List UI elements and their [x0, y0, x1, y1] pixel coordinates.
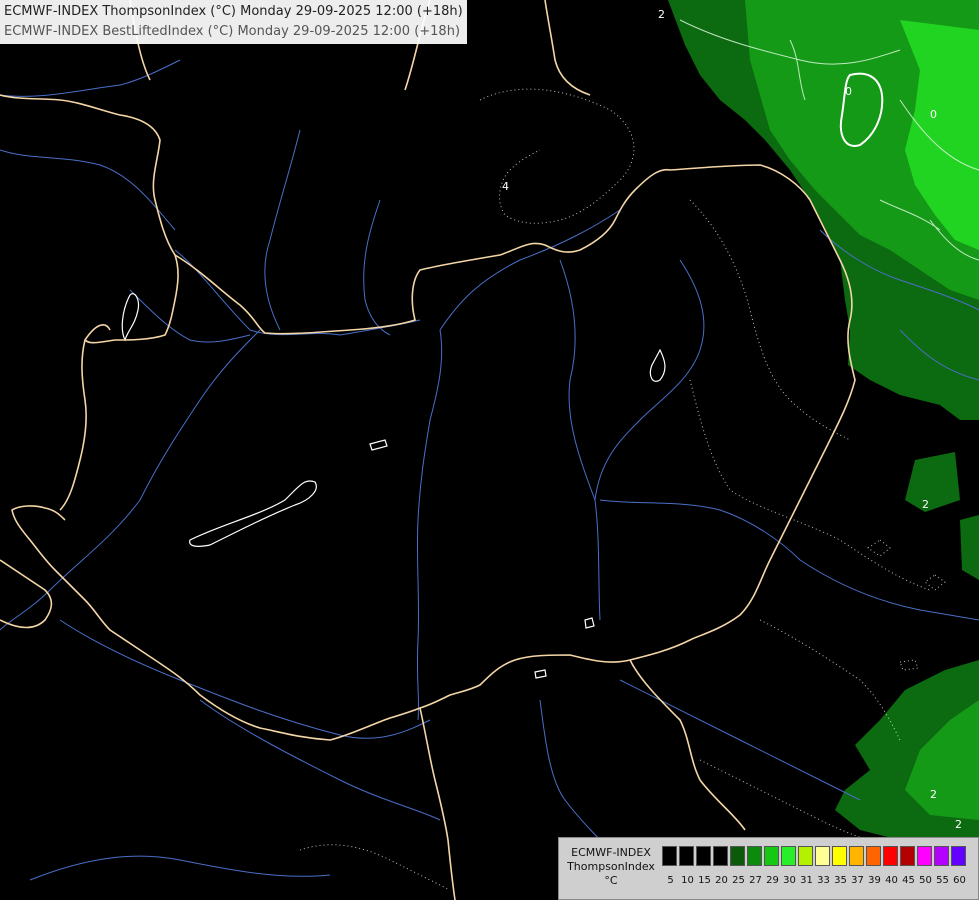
legend-tick-label: 40 [885, 875, 898, 886]
legend-swatch [934, 846, 949, 866]
title-thompson-index: ECMWF-INDEX ThompsonIndex (°C) Monday 29… [4, 4, 463, 19]
legend-swatch [917, 846, 932, 866]
contour-label-4: 2 [922, 498, 929, 511]
contour-label-3: 0 [930, 108, 937, 121]
legend-tick-label: 55 [936, 875, 949, 886]
legend-model: ECMWF-INDEX [571, 846, 651, 859]
legend-tick-label: 35 [834, 875, 847, 886]
legend-swatch [849, 846, 864, 866]
legend-tick-label: 29 [766, 875, 779, 886]
legend-tick-label: 37 [851, 875, 864, 886]
legend-tick-label: 60 [953, 875, 966, 886]
legend-swatch [662, 846, 677, 866]
legend-swatch [764, 846, 779, 866]
legend-swatch [679, 846, 694, 866]
contour-label-7: 2 [955, 818, 962, 831]
legend-swatches [662, 846, 968, 866]
legend-ticks: 5 10 15 20 25 27 29 30 31 33 35 37 39 40 45 50 55 60 [662, 875, 968, 886]
legend-swatch [883, 846, 898, 866]
legend-tick-label: 33 [817, 875, 830, 886]
weather-map: 4 2 0 2 0 2 2 [0, 0, 979, 900]
title-best-lifted-index: ECMWF-INDEX BestLiftedIndex (°C) Monday … [4, 24, 461, 39]
shade-east-patch-2 [960, 515, 979, 580]
contour-label-2: 2 [658, 8, 665, 21]
legend-swatch [798, 846, 813, 866]
legend-swatch [815, 846, 830, 866]
legend-param: ThompsonIndex [567, 860, 655, 873]
legend-tick-label: 27 [749, 875, 762, 886]
legend-tick-label: 15 [698, 875, 711, 886]
legend-tick-label: 50 [919, 875, 932, 886]
color-legend: ECMWF-INDEX ThompsonIndex °C 5 10 15 20 25 27… [558, 837, 979, 900]
map-title-box: ECMWF-INDEX ThompsonIndex (°C) Monday 29… [0, 0, 467, 44]
legend-unit: °C [604, 874, 618, 887]
legend-swatch [900, 846, 915, 866]
legend-tick-label: 20 [715, 875, 728, 886]
legend-swatch [832, 846, 847, 866]
legend-swatch [696, 846, 711, 866]
legend-tick-label: 31 [800, 875, 813, 886]
legend-tick-label: 30 [783, 875, 796, 886]
legend-label: ECMWF-INDEX ThompsonIndex °C [565, 846, 657, 888]
contour-label-6: 2 [930, 788, 937, 801]
legend-swatch [747, 846, 762, 866]
legend-swatch [866, 846, 881, 866]
legend-tick-label: 10 [681, 875, 694, 886]
legend-tick-label: 5 [667, 875, 674, 886]
legend-swatch [730, 846, 745, 866]
legend-swatch [781, 846, 796, 866]
contour-label-5: 0 [845, 85, 852, 98]
legend-tick-label: 45 [902, 875, 915, 886]
legend-swatch [951, 846, 966, 866]
legend-tick-label: 39 [868, 875, 881, 886]
legend-swatch [713, 846, 728, 866]
legend-tick-label: 25 [732, 875, 745, 886]
contour-label-1: 4 [502, 180, 509, 193]
